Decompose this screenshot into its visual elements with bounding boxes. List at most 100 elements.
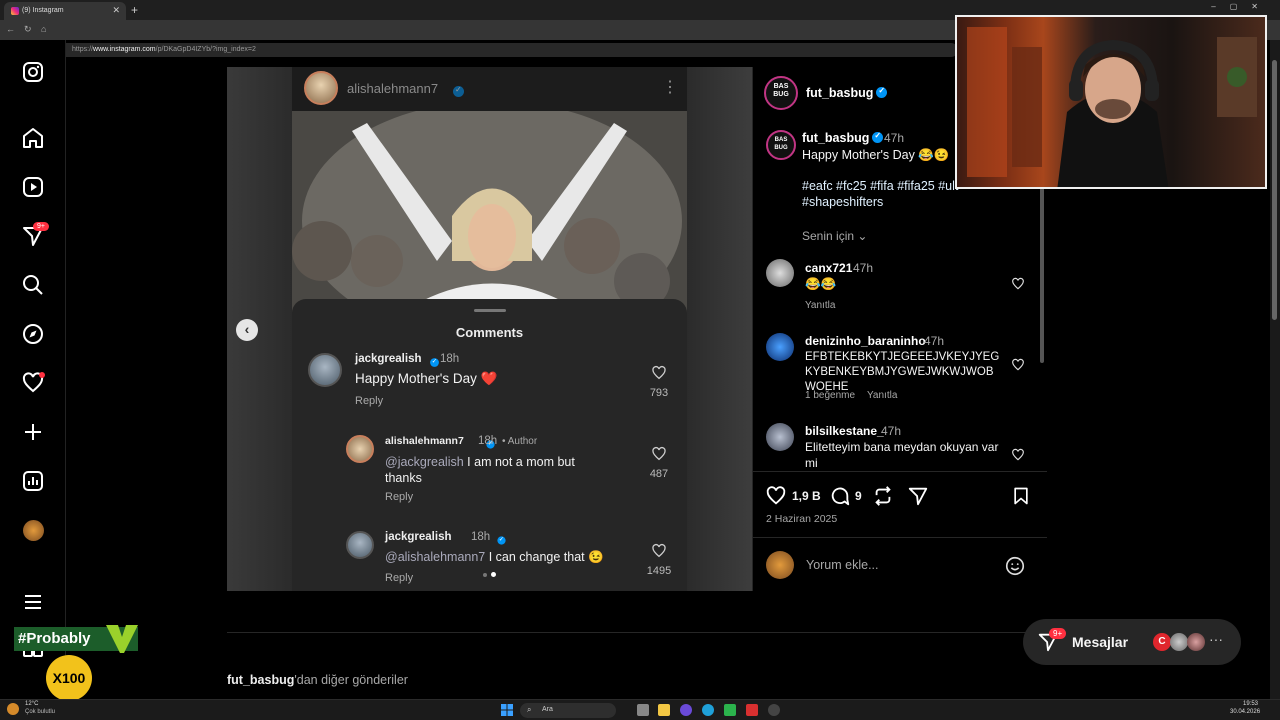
messages-button[interactable]: 9+ Mesajlar C ··· <box>1023 619 1241 665</box>
commenter-avatar[interactable] <box>766 333 794 361</box>
sheet-handle[interactable] <box>474 309 506 312</box>
taskbar-search[interactable]: ⌕ Ara <box>520 703 616 718</box>
caption-hashtags-2[interactable]: #shapeshifters <box>802 194 883 210</box>
comment-text: @alishalehmann7 I can change that 😉 <box>385 549 645 565</box>
like-heart-icon[interactable] <box>651 543 667 559</box>
comment-time: 47h <box>924 334 945 348</box>
clock-date: 30.04.2026 <box>1230 709 1261 715</box>
section-divider <box>227 632 1047 633</box>
address-bar[interactable]: https://www.instagram.com/p/DKaGpD4IZYb/… <box>58 43 958 57</box>
more-posts-user[interactable]: fut_basbug <box>227 673 294 687</box>
commenter-username[interactable]: canx721 <box>805 261 852 275</box>
app-icon[interactable] <box>724 704 736 716</box>
more-dots-icon: ··· <box>1209 631 1223 647</box>
notification-badge: 9+ <box>33 222 49 231</box>
reply-button[interactable]: Reply <box>385 572 413 584</box>
verified-badge-icon <box>453 85 464 97</box>
comment-bubble-icon[interactable] <box>829 485 851 507</box>
weather-temp: 12°C <box>25 701 39 707</box>
like-heart-icon[interactable] <box>1011 448 1025 462</box>
caption-username[interactable]: fut_basbug <box>802 131 884 145</box>
comment-mention[interactable]: @jackgrealish <box>385 455 464 469</box>
url-prefix: https:// <box>72 46 94 53</box>
carousel-dot-active <box>491 572 496 577</box>
comments-count[interactable]: 9 <box>855 489 862 503</box>
comment-likes[interactable]: 1 beğenme <box>805 390 855 401</box>
app-icon[interactable] <box>680 704 692 716</box>
create-plus-icon[interactable] <box>21 420 45 444</box>
carousel-prev-button[interactable]: ‹ <box>236 319 258 341</box>
carousel-dot <box>483 573 487 577</box>
app-icon[interactable] <box>746 704 758 716</box>
close-tab-icon[interactable]: ✕ <box>112 5 120 16</box>
save-bookmark-icon[interactable] <box>1011 485 1031 507</box>
probably-text: #Probably <box>18 630 91 647</box>
back-icon[interactable]: ← <box>6 24 15 34</box>
comment-text: 😂😂 <box>805 277 837 291</box>
task-view-icon[interactable] <box>637 704 649 716</box>
windows-start-icon[interactable] <box>501 704 513 716</box>
inner-username: alishalehmann7 <box>347 81 439 96</box>
commenter-avatar[interactable] <box>766 423 794 451</box>
home-icon[interactable] <box>21 126 45 150</box>
comment-username[interactable]: alishalehmann7 <box>385 435 464 447</box>
repost-icon[interactable] <box>872 485 894 507</box>
author-avatar[interactable]: BAS BUG <box>764 76 798 110</box>
commenter-username[interactable]: denizinho_baraninho <box>805 334 926 348</box>
contact-avatar <box>1187 633 1205 651</box>
current-user-avatar <box>766 551 794 579</box>
explore-compass-icon[interactable] <box>21 322 45 346</box>
post-media: alishalehmann7 ⋮ <box>227 67 752 591</box>
header-username[interactable]: fut_basbug <box>806 86 888 100</box>
comment-mention[interactable]: @alishalehmann7 <box>385 550 485 564</box>
comment-text: Elitetteyim bana meydan okuyan var mi <box>805 440 999 470</box>
for-you-filter[interactable]: Senin için ⌄ <box>802 228 867 244</box>
dashboard-chart-icon[interactable] <box>21 469 45 493</box>
comment-time: 18h <box>478 435 498 447</box>
menu-hamburger-icon[interactable] <box>21 590 45 614</box>
comment-username[interactable]: jackgrealish <box>355 353 421 365</box>
comment-avatar <box>346 531 374 559</box>
emoji-smile-icon[interactable] <box>1004 555 1026 577</box>
notifications-heart-icon[interactable] <box>21 371 45 395</box>
x100-logo: X100 <box>46 655 92 701</box>
profile-avatar[interactable] <box>23 520 44 541</box>
file-explorer-icon[interactable] <box>658 704 670 716</box>
commenter-avatar[interactable] <box>766 259 794 287</box>
reply-button[interactable]: Yanıtla <box>805 300 835 311</box>
share-icon[interactable] <box>907 485 929 507</box>
windows-taskbar: 12°C Çok bulutlu ⌕ Ara 19:53 30.04.2026 <box>0 699 1280 720</box>
browser-icon[interactable] <box>702 704 714 716</box>
like-heart-icon[interactable] <box>651 446 667 462</box>
likes-count[interactable]: 1,9 B <box>792 489 821 503</box>
inner-post-header: alishalehmann7 ⋮ <box>292 67 687 111</box>
app-icon[interactable] <box>768 704 780 716</box>
more-posts-heading: fut_basbug'dan diğer gönderiler <box>227 673 408 687</box>
comment-input[interactable]: Yorum ekle... <box>806 558 879 572</box>
like-heart-icon[interactable] <box>1011 277 1025 291</box>
search-icon[interactable] <box>21 273 45 297</box>
comment-username[interactable]: jackgrealish <box>385 531 451 543</box>
instagram-logo-icon[interactable] <box>21 60 45 84</box>
comments-scrollbar[interactable] <box>1040 187 1044 363</box>
home-icon[interactable]: ⌂ <box>41 24 46 34</box>
like-heart-icon[interactable] <box>1011 358 1025 372</box>
refresh-icon[interactable]: ↻ <box>24 24 32 35</box>
commenter-username[interactable]: bilsilkestane_ <box>805 424 884 438</box>
reply-button[interactable]: Yanıtla <box>867 390 897 401</box>
reels-icon[interactable] <box>21 175 45 199</box>
post-date: 2 Haziran 2025 <box>766 513 838 525</box>
window-controls[interactable]: –▢✕ <box>1211 2 1272 11</box>
more-options-icon[interactable]: ⋮ <box>662 77 678 97</box>
instagram-favicon-icon <box>11 7 19 15</box>
browser-tab[interactable]: (9) Instagram ✕ <box>4 2 126 20</box>
reply-button[interactable]: Reply <box>355 395 383 407</box>
reply-button[interactable]: Reply <box>385 491 413 503</box>
new-tab-icon[interactable]: + <box>131 3 138 17</box>
contact-avatar: C <box>1153 633 1171 651</box>
caption-hashtags[interactable]: #eafc #fc25 #fifa #fifa25 #ult <box>802 178 958 194</box>
page-scrollbar-thumb[interactable] <box>1272 60 1277 320</box>
caption-avatar[interactable]: BAS BUG <box>766 130 796 160</box>
like-heart-icon[interactable] <box>651 365 667 381</box>
like-heart-icon[interactable] <box>765 485 787 507</box>
